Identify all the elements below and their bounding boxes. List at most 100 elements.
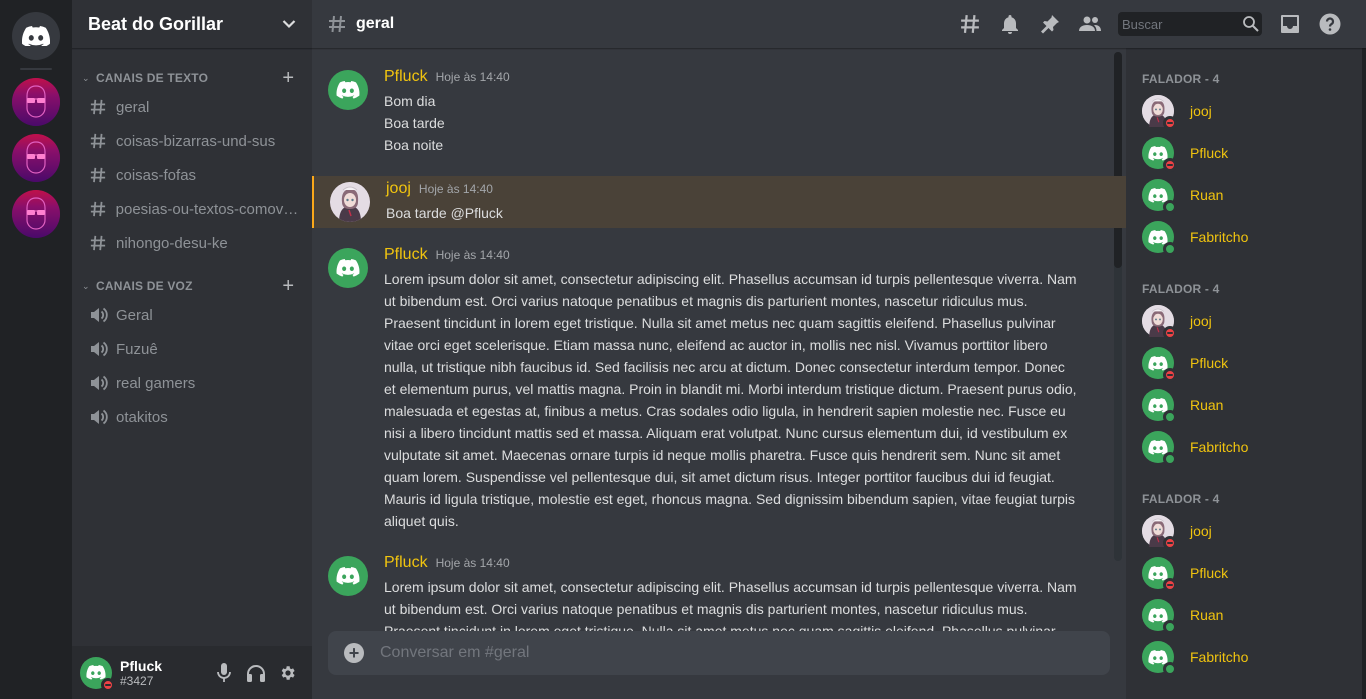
discord-logo-icon: [1148, 397, 1168, 413]
voice-channel-item[interactable]: Geral: [72, 298, 312, 332]
add-channel-icon[interactable]: +: [282, 276, 294, 296]
hashtag-icon: [90, 133, 116, 149]
member-name: jooj: [1190, 523, 1212, 539]
speaker-icon: [90, 341, 116, 357]
voice-channel-item[interactable]: real gamers: [72, 366, 312, 400]
message-author[interactable]: Pfluck: [384, 246, 428, 264]
help-icon: [1319, 13, 1341, 35]
help-button[interactable]: [1318, 12, 1342, 36]
message-mention: jooj Hoje às 14:40 Boa tarde @Pfluck: [312, 176, 1126, 228]
text-channel-item[interactable]: geral: [72, 90, 312, 124]
server-icon[interactable]: [12, 190, 60, 238]
threads-button[interactable]: [958, 12, 982, 36]
inbox-button[interactable]: [1278, 12, 1302, 36]
message-input[interactable]: [380, 644, 1094, 662]
message-timestamp: Hoje às 14:40: [435, 556, 510, 570]
speaker-icon: [90, 307, 116, 323]
discord-app: Beat do Gorillar ⌄ CANAIS DE TEXTO + ger…: [0, 0, 1366, 699]
status-online-icon: [1163, 200, 1177, 214]
text-channel-item[interactable]: coisas-bizarras-und-sus: [72, 124, 312, 158]
notifications-button[interactable]: [998, 12, 1022, 36]
user-info[interactable]: Pfluck #3427: [120, 658, 208, 688]
voice-channel-item[interactable]: Fuzuê: [72, 332, 312, 366]
member-item[interactable]: Pfluck: [1142, 342, 1366, 384]
home-button[interactable]: [12, 12, 60, 60]
discord-logo-icon: [1148, 439, 1168, 455]
status-dnd-icon: [1163, 578, 1177, 592]
add-attachment-icon[interactable]: +: [344, 643, 364, 663]
message-author[interactable]: Pfluck: [384, 554, 428, 572]
mute-button[interactable]: [208, 657, 240, 689]
member-item[interactable]: Ruan: [1142, 384, 1366, 426]
text-channel-item[interactable]: poesias-ou-textos-comove…: [72, 192, 312, 226]
member-item[interactable]: Ruan: [1142, 594, 1366, 636]
speaker-icon: [90, 409, 116, 425]
avatar[interactable]: [328, 556, 368, 596]
member-item[interactable]: jooj: [1142, 90, 1366, 132]
message-author[interactable]: Pfluck: [384, 68, 428, 86]
avatar: [1142, 347, 1177, 382]
avatar: [1142, 515, 1177, 550]
user-settings-button[interactable]: [272, 657, 304, 689]
member-name: jooj: [1190, 313, 1212, 329]
member-name: Ruan: [1190, 607, 1224, 623]
member-item[interactable]: Fabritcho: [1142, 636, 1366, 678]
search-icon[interactable]: [1242, 15, 1260, 33]
add-channel-icon[interactable]: +: [282, 68, 294, 88]
message: Pfluck Hoje às 14:40 Lorem ipsum dolor sit…: [312, 552, 1126, 631]
text-channel-item[interactable]: coisas-fofas: [72, 158, 312, 192]
user-tag: #3427: [120, 673, 154, 688]
voice-channel-item[interactable]: otakitos: [72, 400, 312, 434]
message: Pfluck Hoje às 14:40 Lorem ipsum dolor sit…: [312, 244, 1126, 536]
server-icon[interactable]: [12, 134, 60, 182]
message-text: Boa tarde @Pfluck: [386, 205, 503, 221]
member-item[interactable]: Ruan: [1142, 174, 1366, 216]
category-text-channels[interactable]: ⌄ CANAIS DE TEXTO +: [72, 66, 312, 90]
pinned-messages-button[interactable]: [1038, 12, 1062, 36]
headphones-icon: [247, 664, 265, 682]
member-list: FALADOR - 4 jooj Pfluck Ruan Fabritcho FALADO…: [1126, 48, 1366, 699]
chevron-down-icon[interactable]: [282, 19, 296, 29]
member-name: Fabritcho: [1190, 229, 1249, 245]
speaker-icon: [90, 375, 116, 391]
search-input[interactable]: [1122, 16, 1242, 32]
channel-sidebar: Beat do Gorillar ⌄ CANAIS DE TEXTO + ger…: [72, 0, 312, 699]
avatar: [1142, 305, 1177, 340]
gorilla-avatar-icon: [26, 141, 46, 174]
text-channel-item[interactable]: nihongo-desu-ke: [72, 226, 312, 260]
gorilla-avatar-icon: [26, 197, 46, 230]
channel-label: real gamers: [116, 374, 196, 392]
server-icon[interactable]: [12, 78, 60, 126]
member-item[interactable]: jooj: [1142, 510, 1366, 552]
deafen-button[interactable]: [240, 657, 272, 689]
avatar[interactable]: [80, 656, 115, 692]
message: Pfluck Hoje às 14:40 Bom dia Boa tarde Boa n…: [312, 66, 1126, 160]
avatar[interactable]: [328, 70, 368, 110]
discord-logo-icon: [1148, 565, 1168, 581]
member-item[interactable]: Pfluck: [1142, 132, 1366, 174]
member-list-button[interactable]: [1078, 12, 1102, 36]
member-name: Ruan: [1190, 397, 1224, 413]
member-group: FALADOR - 4 jooj Pfluck Ruan Fabritcho: [1142, 48, 1366, 258]
member-list-scrollbar[interactable]: [1362, 48, 1366, 699]
message-author[interactable]: jooj: [386, 180, 411, 198]
avatar[interactable]: [328, 248, 368, 288]
avatar: [1142, 641, 1177, 676]
member-item[interactable]: Fabritcho: [1142, 426, 1366, 468]
hashtag-icon: [328, 15, 346, 33]
message-timestamp: Hoje às 14:40: [418, 182, 493, 196]
discord-logo-icon: [1148, 355, 1168, 371]
member-item[interactable]: Pfluck: [1142, 552, 1366, 594]
status-online-icon: [1163, 620, 1177, 634]
member-item[interactable]: Fabritcho: [1142, 216, 1366, 258]
member-name: Pfluck: [1190, 355, 1229, 371]
guild-header[interactable]: Beat do Gorillar: [72, 0, 312, 48]
category-voice-channels[interactable]: ⌄ CANAIS DE VOZ +: [72, 274, 312, 298]
hashtag-icon: [90, 167, 116, 183]
member-item[interactable]: jooj: [1142, 300, 1366, 342]
discord-logo-icon: [1148, 649, 1168, 665]
avatar: [1142, 557, 1177, 592]
search-box[interactable]: [1118, 12, 1262, 36]
hashtag-icon: [90, 201, 116, 217]
avatar[interactable]: [330, 182, 370, 222]
